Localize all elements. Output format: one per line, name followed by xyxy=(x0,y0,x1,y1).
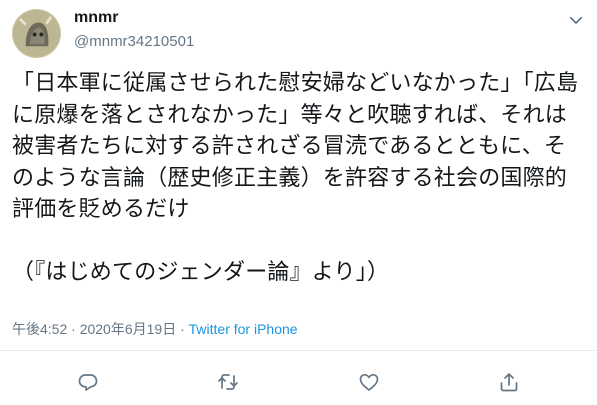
chevron-down-icon[interactable] xyxy=(567,11,585,29)
tweet-source-link[interactable]: Twitter for iPhone xyxy=(189,321,298,337)
tweet-timestamp[interactable]: 午後4:52 · 2020年6月19日 · xyxy=(12,321,189,337)
heart-icon[interactable] xyxy=(355,368,383,396)
tweet-text: 「日本軍に従属させられた慰安婦などいなかった」「広島に原爆を落とされなかった」等… xyxy=(12,71,579,285)
reply-icon[interactable] xyxy=(74,368,102,396)
divider xyxy=(0,350,597,351)
tweet-card: mnmr @mnmr34210501 「日本軍に従属させられた慰安婦などいなかっ… xyxy=(0,0,597,405)
user-handle[interactable]: @mnmr34210501 xyxy=(74,33,194,50)
retweet-icon[interactable] xyxy=(214,368,242,396)
display-name[interactable]: mnmr xyxy=(74,9,118,27)
avatar[interactable] xyxy=(12,9,61,58)
share-icon[interactable] xyxy=(495,368,523,396)
tweet-meta: 午後4:52 · 2020年6月19日 · Twitter for iPhone xyxy=(12,319,298,339)
